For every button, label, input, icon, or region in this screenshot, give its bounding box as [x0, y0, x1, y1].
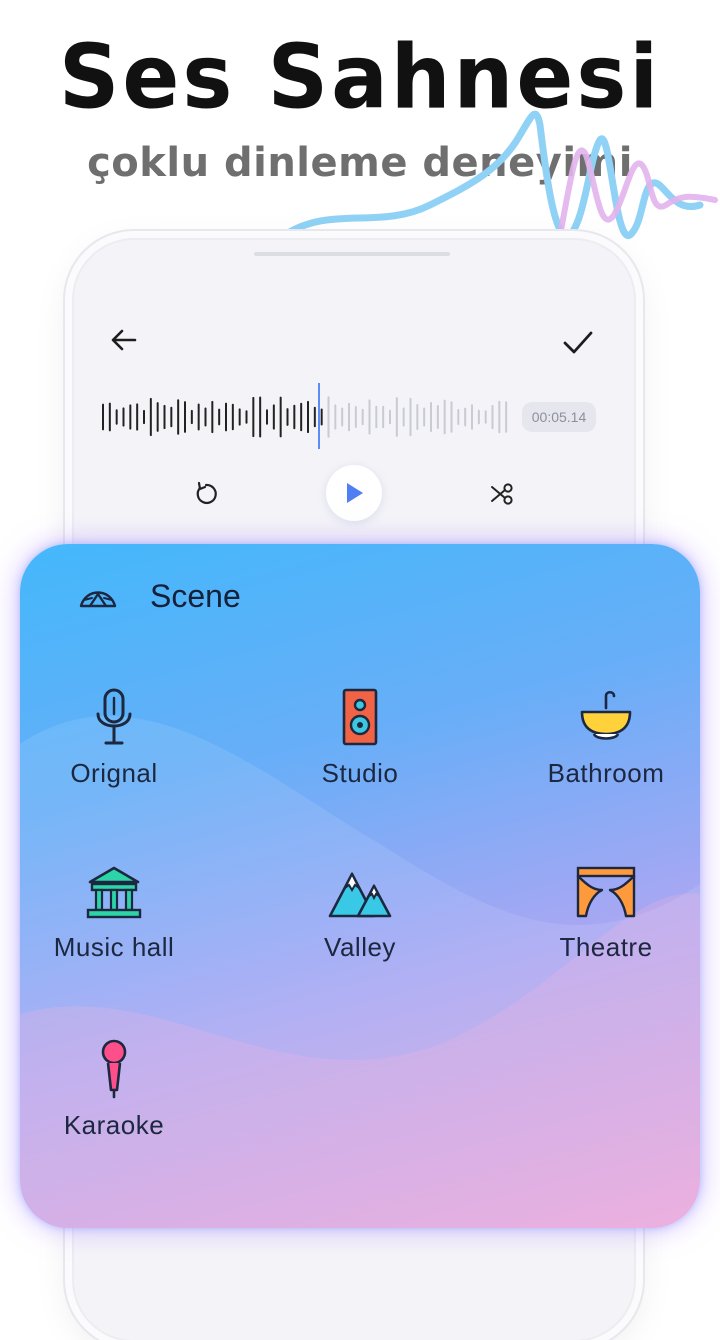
- karaoke-mic-icon: [101, 1039, 127, 1099]
- scene-label: Valley: [324, 932, 396, 962]
- playhead[interactable]: [318, 383, 320, 449]
- check-icon: [563, 331, 593, 354]
- replay-icon: [196, 481, 217, 505]
- mountains-icon: [328, 871, 392, 918]
- tent-icon: [79, 591, 117, 608]
- cut-button[interactable]: [484, 476, 520, 512]
- back-button[interactable]: [104, 322, 144, 358]
- scene-label: Karaoke: [63, 1110, 165, 1140]
- scene-studio[interactable]: Studio: [260, 686, 460, 789]
- scene-label: Music hall: [53, 932, 175, 962]
- sink-icon: [580, 690, 632, 740]
- replay-button[interactable]: [188, 476, 224, 512]
- confirm-button[interactable]: [558, 322, 598, 362]
- curtain-icon: [576, 866, 636, 918]
- scene-title: Scene: [150, 578, 241, 614]
- scene-karaoke[interactable]: Karaoke: [14, 1038, 214, 1141]
- scene-valley[interactable]: Valley: [260, 864, 460, 963]
- arrow-left-icon: [111, 329, 137, 351]
- scene-label: Orignal: [70, 758, 158, 788]
- microphone-icon: [96, 688, 132, 745]
- scene-orignal[interactable]: Orignal: [14, 686, 214, 789]
- scissors-icon: [491, 483, 513, 505]
- decorative-wave: [281, 110, 718, 240]
- scene-bathroom[interactable]: Bathroom: [506, 686, 706, 789]
- play-icon: [347, 483, 363, 503]
- play-button[interactable]: [326, 465, 382, 521]
- scene-label: Studio: [321, 758, 399, 788]
- phone-speaker: [254, 252, 450, 256]
- hall-icon: [86, 866, 142, 919]
- audio-waveform[interactable]: [100, 395, 510, 439]
- scene-label: Bathroom: [547, 758, 665, 788]
- speaker-icon: [342, 688, 378, 746]
- scene-label: Theatre: [559, 932, 653, 962]
- time-readout: 00:05.14: [522, 402, 596, 432]
- scene-theatre[interactable]: Theatre: [506, 864, 706, 963]
- scene-music-hall[interactable]: Music hall: [14, 864, 214, 963]
